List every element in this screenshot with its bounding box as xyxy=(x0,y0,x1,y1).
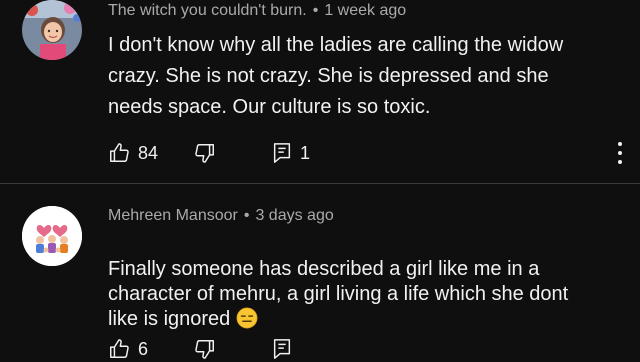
reply-icon xyxy=(273,143,291,163)
meta-separator: • xyxy=(312,2,319,19)
comment-meta: Mehreen Mansoor • 3 days ago xyxy=(108,207,334,225)
like-button[interactable]: 84 xyxy=(108,140,158,166)
comment-1: The witch you couldn't burn. • 1 week ago … xyxy=(0,0,640,183)
comment-actions: 6 xyxy=(108,336,628,362)
child-photo-avatar-icon xyxy=(22,0,82,60)
comment-text-body: Finally someone has described a girl lik… xyxy=(108,258,569,330)
like-count: 6 xyxy=(138,338,149,359)
reply-button[interactable] xyxy=(272,336,292,362)
reply-count: 1 xyxy=(300,142,311,163)
comment-timestamp[interactable]: 3 days ago xyxy=(255,207,333,224)
comment-meta: The witch you couldn't burn. • 1 week ago xyxy=(108,2,406,20)
reply-icon xyxy=(273,339,291,359)
author-name[interactable]: Mehreen Mansoor xyxy=(108,207,238,224)
dislike-button[interactable] xyxy=(194,140,216,166)
expressionless-face-icon xyxy=(236,307,258,329)
avatar[interactable] xyxy=(22,0,82,60)
comment-text: Finally someone has described a girl lik… xyxy=(108,232,618,332)
meta-separator: • xyxy=(243,207,250,224)
more-vert-icon[interactable] xyxy=(617,142,623,164)
avatar[interactable] xyxy=(22,206,82,266)
thumbs-up-icon xyxy=(110,143,129,162)
thumbs-down-icon xyxy=(195,144,214,163)
like-count: 84 xyxy=(138,142,159,163)
comment-actions: 84 1 xyxy=(108,140,628,166)
comment-2: Mehreen Mansoor • 3 days ago Finally someo… xyxy=(0,184,640,360)
thumbs-down-icon xyxy=(195,340,214,359)
comment-timestamp[interactable]: 1 week ago xyxy=(324,2,406,19)
like-button[interactable]: 6 xyxy=(108,336,148,362)
comment-text: I don't know why all the ladies are call… xyxy=(108,34,564,118)
dislike-button[interactable] xyxy=(194,336,216,362)
author-name[interactable]: The witch you couldn't burn. xyxy=(108,2,307,19)
thumbs-up-icon xyxy=(110,339,129,358)
reply-button[interactable]: 1 xyxy=(272,140,310,166)
cartoon-family-avatar-icon xyxy=(22,206,82,266)
